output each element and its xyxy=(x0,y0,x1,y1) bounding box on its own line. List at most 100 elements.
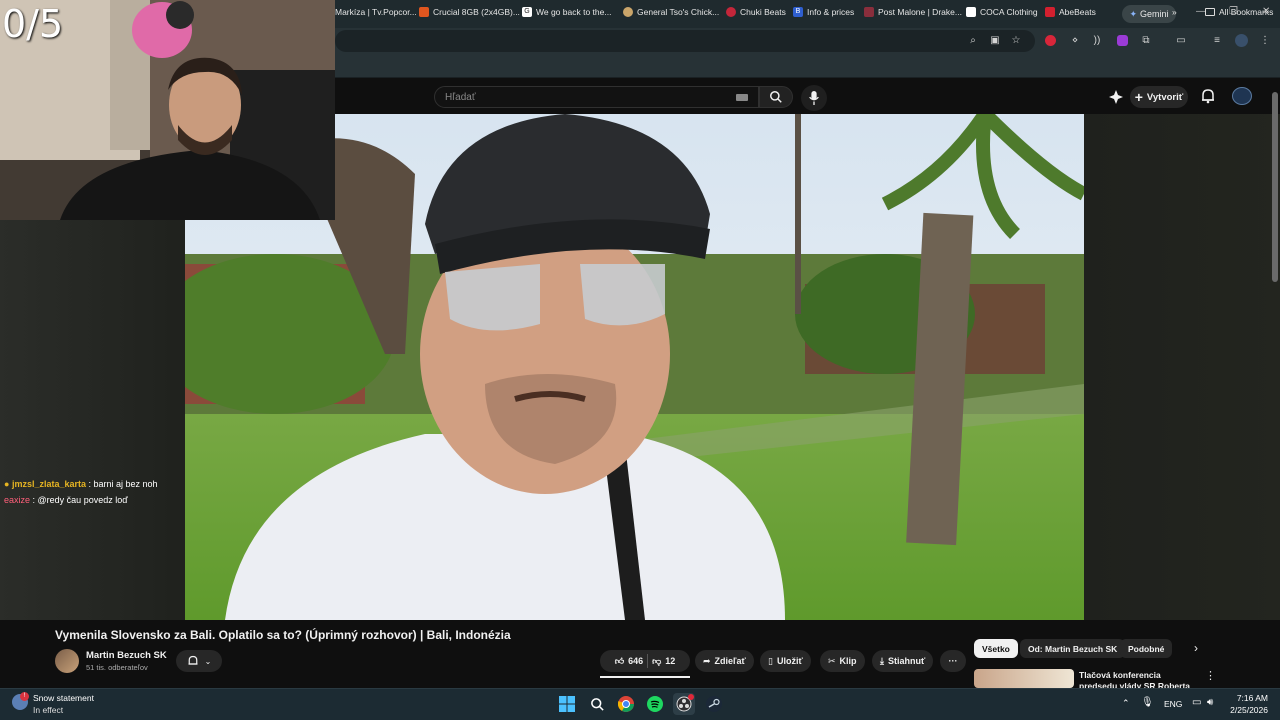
start-button[interactable] xyxy=(556,693,578,715)
chat-message: eaxize : @redy čau povedz loď xyxy=(4,495,128,505)
dislike-button[interactable]: 👎︎ 12 xyxy=(652,656,675,667)
channel-name[interactable]: Martin Bezuch SK xyxy=(86,650,167,661)
profile-avatar-icon[interactable] xyxy=(1234,33,1248,47)
recording-dot xyxy=(688,694,694,700)
address-bar[interactable] xyxy=(335,30,1035,52)
chrome-icon xyxy=(618,696,634,712)
bookmark-item[interactable]: AbeBeats xyxy=(1045,4,1096,20)
steam-taskbar-button[interactable] xyxy=(703,693,725,715)
weather-subtitle: In effect xyxy=(33,705,64,715)
gemini-label: Gemini xyxy=(1140,9,1169,19)
chat-username: jmzsl_zlata_karta xyxy=(11,479,86,489)
share-label: Zdieľať xyxy=(714,656,746,666)
browser-menu-icon[interactable]: ⋮ xyxy=(1258,33,1272,47)
account-avatar[interactable] xyxy=(1232,87,1252,105)
like-button[interactable]: 👍︎ 646 xyxy=(615,656,643,667)
bookmark-item[interactable]: Crucial 8GB (2x4GB)... xyxy=(419,4,520,20)
extensions-icon[interactable]: ⧉ xyxy=(1139,33,1153,47)
coca-icon xyxy=(966,7,976,17)
subscription-bell-button[interactable]: ⌄ xyxy=(176,650,222,672)
gemini-button[interactable]: ✦ Gemini xyxy=(1122,5,1176,23)
language-indicator[interactable]: ENG xyxy=(1164,699,1182,709)
clip-button[interactable]: ✂ Klip xyxy=(820,650,865,672)
chat-text: : @redy čau povedz loď xyxy=(32,495,128,505)
chip-from-channel[interactable]: Od: Martin Bezuch SK xyxy=(1020,639,1126,658)
b-icon: B xyxy=(793,7,803,17)
keyboard-icon[interactable] xyxy=(736,94,748,101)
bookmark-item[interactable]: Markíza | Tv.Popcor... xyxy=(335,4,417,20)
chevron-right-icon[interactable]: › xyxy=(1194,641,1198,655)
spotify-icon xyxy=(647,696,663,712)
spotify-taskbar-button[interactable] xyxy=(644,693,666,715)
bookmark-item[interactable]: Post Malone | Drake... xyxy=(864,4,962,20)
save-button[interactable]: ▯ Uložiť xyxy=(760,650,811,672)
share-button[interactable]: ➦ Zdieľať xyxy=(695,650,754,672)
extension-purple-icon[interactable] xyxy=(1115,33,1129,47)
search-button[interactable] xyxy=(759,86,793,108)
bookmark-label: General Tso's Chick... xyxy=(637,7,720,17)
obs-taskbar-button[interactable] xyxy=(673,693,695,715)
more-icon: ··· xyxy=(948,656,958,666)
channel-avatar[interactable] xyxy=(55,649,79,673)
notifications-bell-icon[interactable] xyxy=(1200,88,1216,104)
chevron-down-icon: ⌄ xyxy=(204,656,212,666)
extension-gray-icon[interactable]: ⋄ xyxy=(1068,33,1082,47)
search-icon xyxy=(770,91,782,103)
plus-icon: + xyxy=(1134,89,1143,105)
cast-icon[interactable]: ▭ xyxy=(1174,33,1188,47)
tray-overflow-icon[interactable]: ⌃ xyxy=(1122,698,1130,709)
bell-icon xyxy=(188,655,198,665)
video-title: Vymenila Slovensko za Bali. Oplatilo sa … xyxy=(55,628,511,642)
install-app-icon[interactable]: ▣ xyxy=(988,33,1002,47)
bookmark-label: Crucial 8GB (2x4GB)... xyxy=(433,7,520,17)
like-count: 646 xyxy=(628,656,644,666)
more-actions-button[interactable]: ··· xyxy=(940,650,966,672)
crucial-icon xyxy=(419,7,429,17)
recommended-title[interactable]: Tlačová konferencia predsedu vlády SR Ro… xyxy=(1079,670,1199,688)
abebeats-icon xyxy=(1045,7,1055,17)
network-icon[interactable]: ▭ xyxy=(1192,697,1201,708)
bookmark-star-icon[interactable]: ☆ xyxy=(1009,33,1023,47)
all-bookmarks-label: All Bookmarks xyxy=(1219,7,1274,17)
gemini-sparkle-icon[interactable] xyxy=(1108,89,1124,105)
download-button[interactable]: ⤓ Stiahnuť xyxy=(872,650,934,672)
bookmark-item[interactable]: Chuki Beats xyxy=(726,4,786,20)
clock-date[interactable]: 2/25/2026 xyxy=(1222,705,1268,715)
post-malone-icon xyxy=(864,7,874,17)
taskbar-search-button[interactable] xyxy=(586,693,608,715)
chrome-taskbar-button[interactable] xyxy=(615,693,637,715)
extension-red-icon[interactable] xyxy=(1043,33,1057,47)
all-bookmarks[interactable]: All Bookmarks xyxy=(1205,4,1273,20)
chip-related[interactable]: Podobné xyxy=(1120,639,1173,658)
bookmark-item[interactable]: B Info & prices xyxy=(793,4,854,20)
chat-message: ● jmzsl_zlata_karta : barni aj bez noh xyxy=(4,479,158,489)
tray-mic-icon[interactable]: 🎙︎ xyxy=(1141,697,1154,708)
zoom-icon[interactable]: ⌕ xyxy=(966,33,980,47)
download-icon: ⤓ xyxy=(880,655,884,666)
clock-time[interactable]: 7:16 AM xyxy=(1226,693,1268,703)
bookmark-item[interactable]: COCA Clothing xyxy=(966,4,1038,20)
search-icon xyxy=(590,697,604,711)
windows-logo-icon xyxy=(559,696,575,712)
google-icon: G xyxy=(522,7,532,17)
recommended-thumbnail[interactable] xyxy=(974,669,1074,688)
bookmarks-overflow-icon[interactable]: » xyxy=(1172,4,1177,20)
extension-blue-icon[interactable]: )) xyxy=(1090,33,1104,47)
weather-icon[interactable]: ! xyxy=(12,692,29,710)
mic-icon xyxy=(809,91,819,105)
bookmark-item[interactable]: G We go back to the... xyxy=(522,4,611,20)
save-label: Uložiť xyxy=(776,656,803,666)
chip-all[interactable]: Všetko xyxy=(974,639,1018,658)
weather-title[interactable]: Snow statement xyxy=(33,693,94,703)
search-input[interactable]: Hľadať xyxy=(434,86,759,108)
chat-badge-icon: ● xyxy=(4,479,10,489)
bookmark-item[interactable]: General Tso's Chick... xyxy=(623,4,719,20)
media-icon[interactable]: ≡ xyxy=(1210,33,1224,47)
recipe-icon xyxy=(623,7,633,17)
clip-label: Klip xyxy=(839,656,857,666)
page-scrollbar[interactable] xyxy=(1272,92,1278,282)
create-button[interactable]: + Vytvoriť xyxy=(1130,86,1188,108)
volume-icon[interactable]: 🔊︎ xyxy=(1207,697,1213,708)
voice-search-button[interactable] xyxy=(801,85,827,111)
recommended-menu-icon[interactable]: ⋮ xyxy=(1205,669,1216,682)
